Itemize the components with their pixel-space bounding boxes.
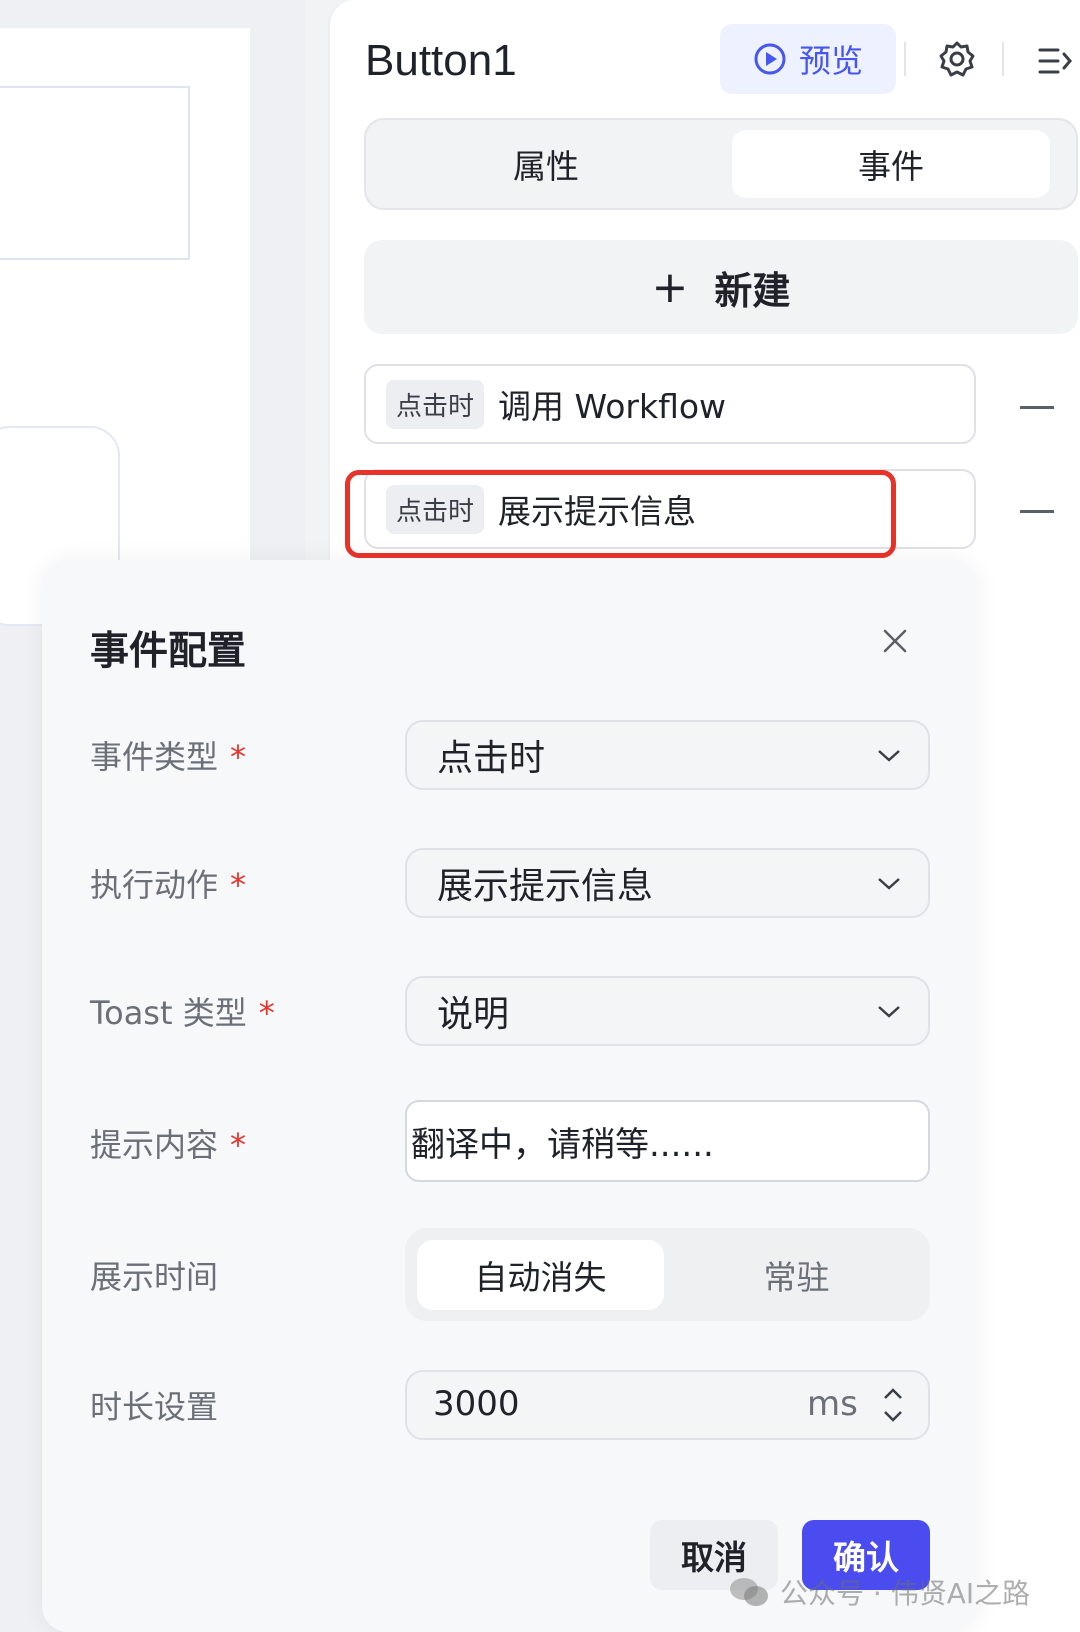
duration-unit: ms [807, 1384, 858, 1424]
chevron-down-icon [878, 1006, 900, 1018]
divider [904, 42, 906, 76]
stepper-arrows-icon[interactable] [881, 1382, 905, 1428]
plus-icon: + [651, 261, 689, 313]
field-label-duration: 时长设置 [90, 1388, 219, 1426]
remove-event-button[interactable] [1020, 406, 1054, 409]
preview-button[interactable]: 预览 [720, 24, 896, 94]
option-auto-dismiss[interactable]: 自动消失 [417, 1240, 664, 1310]
toast-type-select[interactable]: 说明 [405, 976, 930, 1046]
action-select[interactable]: 展示提示信息 [405, 848, 930, 918]
field-label-display-time: 展示时间 [90, 1258, 219, 1296]
tab-events[interactable]: 事件 [732, 130, 1050, 198]
event-action-label: 调用 Workflow [498, 387, 727, 426]
close-icon[interactable] [880, 626, 910, 656]
watermark: 公众号 · 伟贤AI之路 [728, 1572, 1030, 1612]
select-value: 展示提示信息 [437, 866, 654, 907]
duration-input[interactable]: 3000 ms [405, 1370, 930, 1440]
field-label-content: 提示内容 * [90, 1126, 247, 1164]
event-item[interactable]: 点击时 调用 Workflow [364, 364, 976, 444]
new-event-button[interactable]: + 新建 [364, 240, 1078, 334]
required-mark: * [230, 1126, 247, 1164]
new-event-label: 新建 [714, 268, 791, 313]
remove-event-button[interactable] [1020, 510, 1054, 513]
chevron-down-icon [878, 878, 900, 890]
required-mark: * [230, 738, 247, 776]
field-label-action: 执行动作 * [90, 866, 247, 904]
wechat-icon [730, 1578, 768, 1606]
canvas-component[interactable] [0, 86, 190, 260]
event-type-select[interactable]: 点击时 [405, 720, 930, 790]
select-value: 说明 [437, 994, 510, 1035]
watermark-text: 公众号 · 伟贤AI之路 [780, 1577, 1031, 1610]
input-value: 翻译中，请稍等...... [411, 1124, 714, 1165]
required-mark: * [230, 866, 247, 904]
select-value: 点击时 [437, 738, 546, 779]
highlight-annotation [345, 470, 896, 558]
duration-value: 3000 [433, 1384, 520, 1424]
required-mark: * [258, 994, 275, 1032]
divider [1002, 42, 1004, 76]
field-label-toast-type: Toast 类型 * [90, 994, 275, 1032]
chevron-down-icon [878, 750, 900, 762]
field-label-event-type: 事件类型 * [90, 738, 247, 776]
panel-tabs: 属性 事件 [364, 118, 1078, 210]
event-trigger-tag: 点击时 [386, 379, 485, 429]
component-title: Button1 [365, 36, 517, 85]
display-time-toggle: 自动消失 常驻 [405, 1228, 930, 1321]
modal-title: 事件配置 [90, 629, 247, 674]
play-circle-icon [754, 43, 786, 75]
toast-content-input[interactable]: 翻译中，请稍等...... [405, 1100, 930, 1182]
collapse-panel-icon[interactable] [1036, 44, 1074, 78]
gear-icon[interactable] [938, 40, 976, 78]
tab-properties[interactable]: 属性 [376, 130, 716, 198]
preview-label: 预览 [798, 42, 863, 80]
option-persistent[interactable]: 常驻 [675, 1240, 918, 1310]
